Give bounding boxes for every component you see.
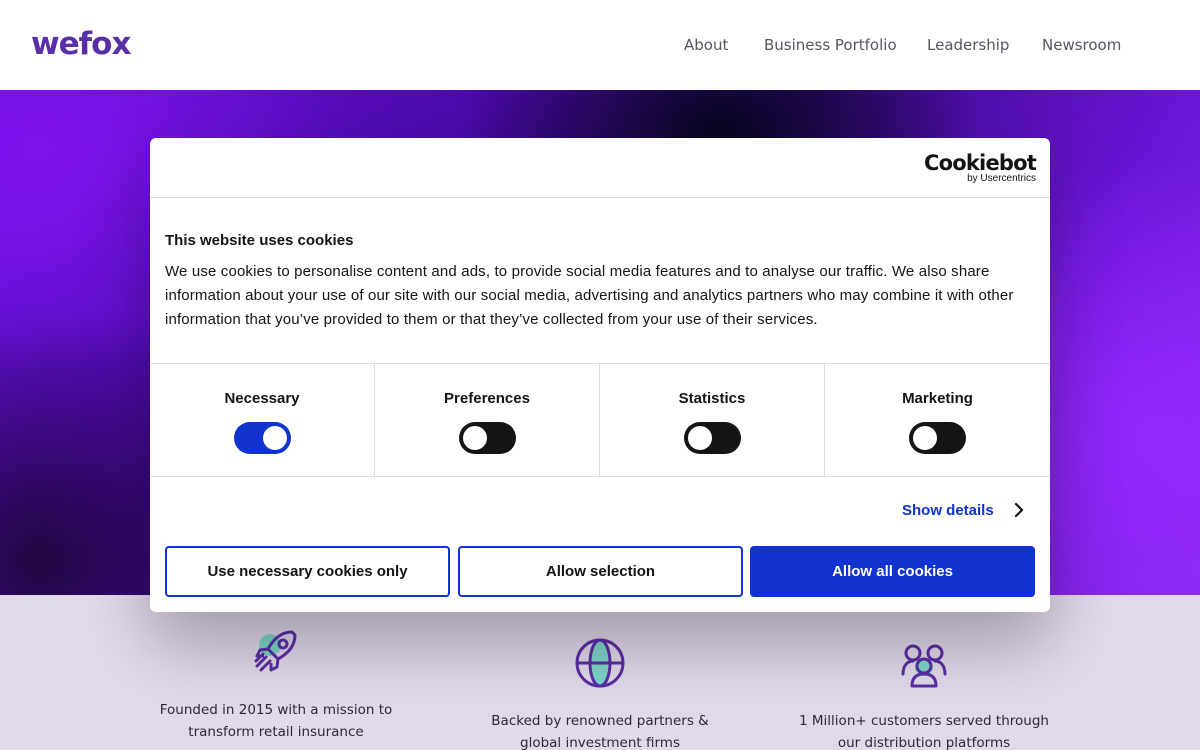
stat-customers-text: 1 Million+ customers served through our … (799, 713, 1049, 750)
nav-link-business-portfolio[interactable]: Business Portfolio (764, 35, 897, 55)
category-necessary: Necessary (150, 364, 375, 476)
marketing-toggle[interactable] (909, 422, 966, 454)
cookiebot-brand-sub: by Usercentrics (967, 173, 1036, 184)
cookie-consent-dialog: Cookiebot by Usercentrics This website u… (150, 138, 1050, 612)
allow-selection-button[interactable]: Allow selection (458, 546, 743, 597)
category-preferences: Preferences (375, 364, 600, 476)
dialog-header: Cookiebot by Usercentrics (150, 138, 1050, 198)
nav-link-newsroom[interactable]: Newsroom (1042, 35, 1121, 55)
nav-link-leadership[interactable]: Leadership (927, 35, 1009, 55)
statistics-toggle[interactable] (684, 422, 741, 454)
globe-icon (470, 635, 730, 691)
category-label: Statistics (678, 390, 746, 407)
toggle-knob (913, 426, 937, 450)
dialog-title: This website uses cookies (165, 232, 354, 249)
main-nav: About Business Portfolio Leadership News… (0, 35, 1200, 55)
cookiebot-logo: Cookiebot by Usercentrics (924, 151, 1037, 184)
necessary-toggle[interactable] (234, 422, 291, 454)
show-details-label: Show details (902, 501, 994, 519)
use-necessary-only-button[interactable]: Use necessary cookies only (165, 546, 450, 597)
nav-link-about[interactable]: About (684, 35, 728, 55)
consent-categories: Necessary Preferences Statistics Marketi… (150, 363, 1050, 477)
category-marketing: Marketing (825, 364, 1050, 476)
cookiebot-brand: Cookiebot (924, 151, 1037, 175)
rocket-icon (146, 625, 406, 681)
category-label: Necessary (224, 390, 300, 407)
allow-all-cookies-button[interactable]: Allow all cookies (750, 546, 1035, 597)
people-group-icon (794, 637, 1054, 693)
preferences-toggle[interactable] (459, 422, 516, 454)
category-label: Marketing (902, 390, 973, 407)
stats-band: Founded in 2015 with a mission to transf… (0, 595, 1200, 750)
show-details-link[interactable]: Show details (902, 501, 1028, 519)
toggle-knob (463, 426, 487, 450)
dialog-body-text: We use cookies to personalise content an… (165, 263, 1014, 328)
toggle-knob (263, 426, 287, 450)
category-statistics: Statistics (600, 364, 825, 476)
site-header: wefox About Business Portfolio Leadershi… (0, 0, 1200, 90)
category-label: Preferences (444, 390, 530, 407)
stat-founded-text: Founded in 2015 with a mission to transf… (159, 702, 393, 740)
toggle-knob (688, 426, 712, 450)
stat-backed-text: Backed by renowned partners & global inv… (491, 713, 709, 750)
chevron-right-icon (1010, 501, 1028, 519)
